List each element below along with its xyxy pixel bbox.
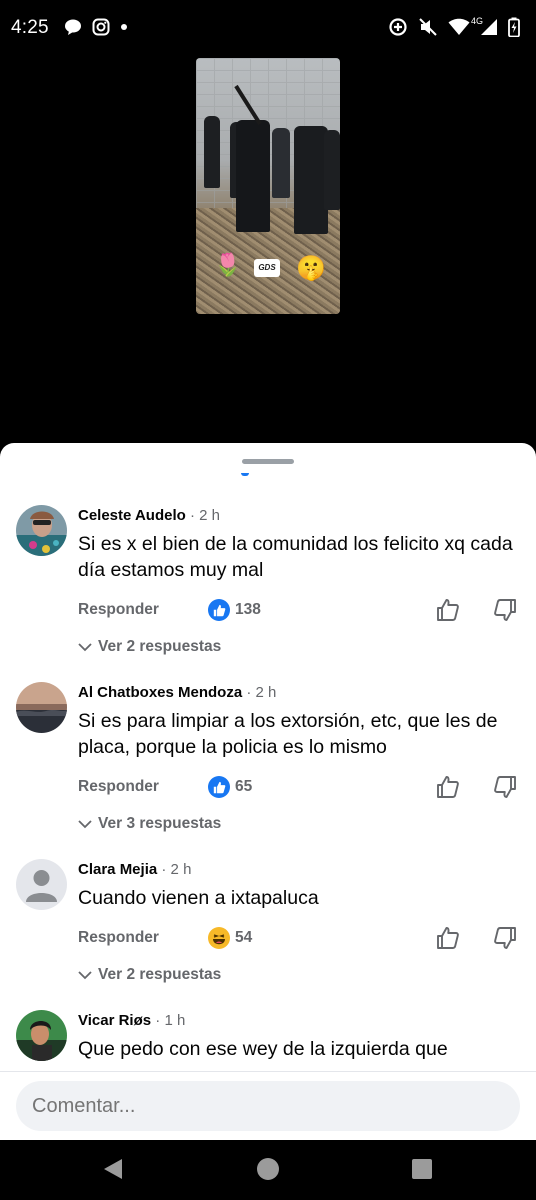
comment-author[interactable]: Celeste Audelo	[78, 507, 186, 524]
status-right-icons	[388, 17, 520, 37]
comment-actions: Responder 65	[78, 776, 518, 800]
comment-text: Cuando vienen a ixtapaluca	[78, 887, 319, 909]
person-figure	[236, 120, 270, 232]
gds-sticker: GDS	[254, 259, 280, 277]
thumbs-up-icon[interactable]	[435, 774, 461, 800]
chevron-down-icon	[78, 971, 92, 980]
wifi-icon	[448, 18, 470, 35]
thumbs-up-icon[interactable]	[435, 597, 461, 623]
comment-text: Que pedo con ese wey de la izquierda que	[78, 1038, 448, 1060]
comment-item: Clara Mejia · 2 h Cuando vienen a ixtapa…	[0, 859, 536, 999]
person-figure	[204, 116, 220, 188]
view-replies-button[interactable]: Ver 2 respuestas	[78, 966, 221, 984]
thumbs-down-icon[interactable]	[492, 925, 518, 951]
reaction-count: 138	[235, 601, 261, 618]
comment-meta: Clara Mejia · 2 h	[78, 861, 191, 878]
comment-author[interactable]: Al Chatboxes Mendoza	[78, 684, 242, 701]
like-reaction-icon	[208, 776, 230, 798]
comment-author[interactable]: Vicar Riøs	[78, 1012, 151, 1029]
status-time: 4:25	[11, 17, 49, 38]
comment-time: · 2 h	[246, 684, 277, 701]
data-saver-icon	[389, 18, 407, 36]
rifle-shape	[234, 84, 262, 126]
dot-icon	[121, 24, 127, 30]
comment-input[interactable]	[16, 1081, 520, 1131]
like-reaction-icon	[208, 599, 230, 621]
comment-time: · 1 h	[155, 1012, 186, 1029]
view-replies-label: Ver 2 respuestas	[98, 638, 222, 655]
reaction-summary[interactable]: 54	[208, 927, 252, 949]
view-replies-button[interactable]: Ver 3 respuestas	[78, 815, 221, 833]
network-type: 4G	[471, 16, 484, 26]
drag-handle[interactable]	[242, 459, 294, 464]
recents-icon[interactable]	[411, 1158, 433, 1180]
haha-reaction-icon	[208, 927, 230, 949]
avatar[interactable]	[16, 505, 67, 556]
person-figure	[324, 130, 340, 210]
comment-text: Si es x el bien de la comunidad los feli…	[78, 533, 513, 581]
view-replies-label: Ver 3 respuestas	[98, 815, 222, 832]
comment-meta: Vicar Riøs · 1 h	[78, 1012, 185, 1029]
back-icon[interactable]	[101, 1157, 125, 1181]
view-replies-label: Ver 2 respuestas	[98, 966, 222, 983]
reaction-count: 54	[235, 929, 253, 946]
reply-button[interactable]: Responder	[78, 601, 159, 619]
flower-sticker: 🌷	[214, 252, 242, 277]
video-thumbnail[interactable]: 🌷 GDS 🤫	[196, 58, 340, 314]
comment-composer	[0, 1071, 536, 1141]
chat-bubble-icon	[65, 19, 81, 35]
thumbs-down-icon[interactable]	[492, 597, 518, 623]
mute-icon	[419, 18, 437, 36]
system-nav-bar	[0, 1140, 536, 1200]
avatar[interactable]	[16, 682, 67, 733]
reply-button[interactable]: Responder	[78, 929, 159, 947]
comments-sheet: Celeste Audelo · 2 h Si es x el bien de …	[0, 443, 536, 1140]
shush-emoji-sticker: 🤫	[296, 255, 326, 282]
comment-meta: Celeste Audelo · 2 h	[78, 507, 220, 524]
comment-author[interactable]: Clara Mejia	[78, 861, 157, 878]
comment-time: · 2 h	[189, 507, 220, 524]
battery-icon	[508, 17, 520, 37]
comment-item: Al Chatboxes Mendoza · 2 h Si es para li…	[0, 682, 536, 842]
avatar[interactable]	[16, 859, 67, 910]
person-figure	[272, 128, 290, 198]
comment-actions: Responder 54	[78, 927, 518, 951]
avatar[interactable]	[16, 1010, 67, 1061]
comment-actions: Responder 138	[78, 599, 518, 623]
chevron-down-icon	[78, 820, 92, 829]
reply-button[interactable]: Responder	[78, 778, 159, 796]
reaction-count: 65	[235, 778, 253, 795]
comment-meta: Al Chatboxes Mendoza · 2 h	[78, 684, 276, 701]
status-bar: 4:25 4G	[0, 0, 536, 58]
instagram-icon	[92, 18, 110, 36]
comment-item: Celeste Audelo · 2 h Si es x el bien de …	[0, 505, 536, 665]
comment-time: · 2 h	[161, 861, 192, 878]
loading-indicator	[241, 473, 249, 476]
reaction-summary[interactable]: 65	[208, 776, 252, 798]
reaction-summary[interactable]: 138	[208, 599, 261, 621]
person-figure	[294, 126, 328, 234]
thumbs-down-icon[interactable]	[492, 774, 518, 800]
view-replies-button[interactable]: Ver 2 respuestas	[78, 638, 221, 656]
home-icon[interactable]	[256, 1157, 280, 1181]
chevron-down-icon	[78, 643, 92, 652]
thumbs-up-icon[interactable]	[435, 925, 461, 951]
comment-text: Si es para limpiar a los extorsión, etc,…	[78, 710, 498, 758]
status-left-icons	[64, 18, 128, 36]
